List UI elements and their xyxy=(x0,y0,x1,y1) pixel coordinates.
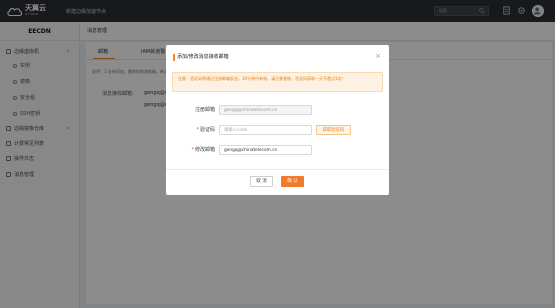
get-code-button[interactable]: 获取验证码 xyxy=(316,125,351,135)
verification-code-input[interactable]: 请输入code xyxy=(219,125,312,135)
confirm-button[interactable]: 确 认 xyxy=(281,176,304,187)
close-icon[interactable]: × xyxy=(375,53,381,60)
new-email-label: *修改邮箱 xyxy=(166,145,215,155)
title-accent-bar xyxy=(173,54,175,61)
registered-email-label: 注册邮箱 xyxy=(166,105,215,115)
label-text: 注册邮箱 xyxy=(194,107,215,113)
email-modal: 添加/修改消息接收邮箱 × 注意：验证码将通过注册邮箱发送，30分钟内有效。请注… xyxy=(166,45,389,195)
label-text: 验证码 xyxy=(199,127,215,133)
required-marker: * xyxy=(196,127,199,133)
label-text: 修改邮箱 xyxy=(194,147,215,153)
modal-title: 添加/修改消息接收邮箱 xyxy=(177,54,229,60)
required-marker: * xyxy=(191,147,194,153)
footer-divider xyxy=(166,169,389,170)
new-email-input[interactable]: gengq@chinatelecom.cn xyxy=(219,145,312,155)
verification-code-label: *验证码 xyxy=(166,125,215,135)
registered-email-field: gengq@chinatelecom.cn xyxy=(219,105,312,115)
notice-banner: 注意：验证码将通过注册邮箱发送，30分钟内有效。请注意查收，验证码获取一天不超过… xyxy=(172,72,383,92)
cancel-button[interactable]: 取 消 xyxy=(250,176,273,187)
